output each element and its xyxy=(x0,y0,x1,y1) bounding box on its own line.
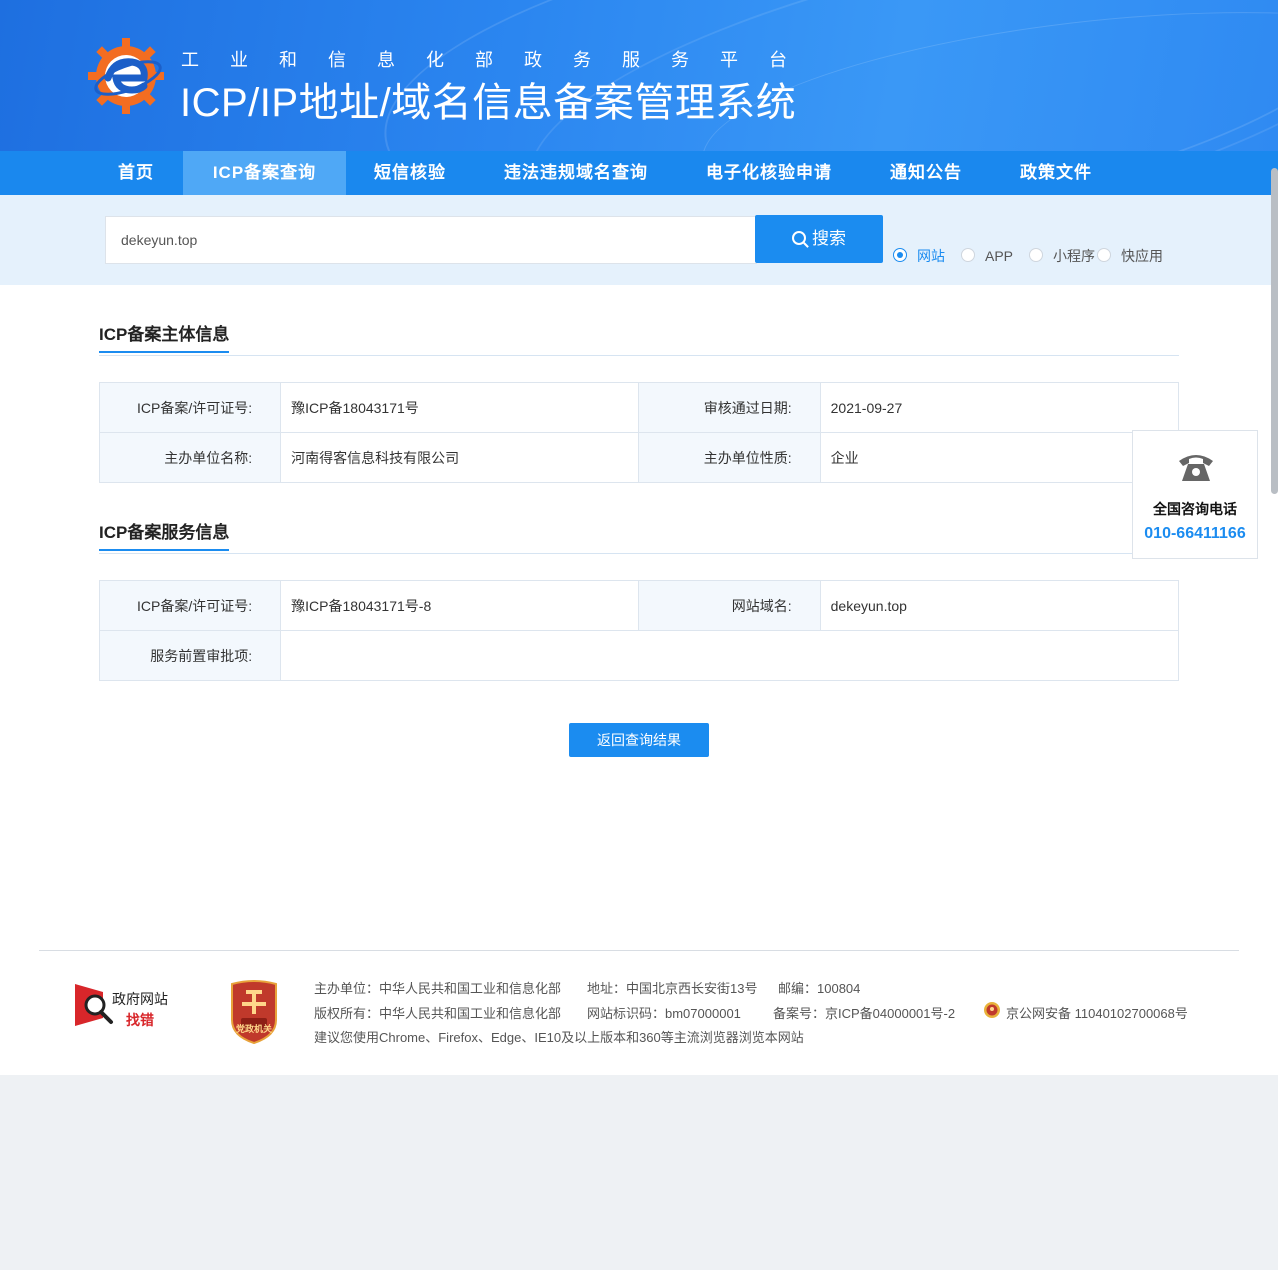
nav-item-notices[interactable]: 通知公告 xyxy=(860,151,992,195)
table-row: 主办单位名称: 河南得客信息科技有限公司 主办单位性质: 企业 xyxy=(98,432,1180,483)
field-value: 豫ICP备18043171号 xyxy=(280,382,640,433)
gov-error-report-logo[interactable]: 政府网站 找错 xyxy=(75,982,175,1030)
footer-browser-tip: 建议您使用Chrome、Firefox、Edge、IE10及以上版本和360等主… xyxy=(314,1030,804,1045)
service-info-title: ICP备案服务信息 xyxy=(99,518,230,551)
platform-subtitle: 工业和信息化部政务服务平台 xyxy=(181,50,818,70)
field-value: 企业 xyxy=(819,432,1180,483)
scrollbar[interactable] xyxy=(1271,168,1278,494)
phone-icon xyxy=(1179,455,1213,481)
field-value: 豫ICP备18043171号-8 xyxy=(280,580,640,631)
nav-item-e-verify[interactable]: 电子化核验申请 xyxy=(678,151,860,195)
radio-app[interactable]: APP xyxy=(961,247,1021,265)
footer-sponsor: 主办单位：中华人民共和国工业和信息化部 xyxy=(314,981,562,996)
consultation-box[interactable]: 全国咨询电话 010-66411166 xyxy=(1132,430,1258,559)
field-label: 主办单位名称: xyxy=(98,432,282,483)
field-value: 2021-09-27 xyxy=(819,382,1180,433)
footer-postcode: 邮编：100804 xyxy=(778,981,861,996)
nav-item-icp-query[interactable]: ICP备案查询 xyxy=(183,151,346,195)
page-title: ICP/IP地址/域名信息备案管理系统 xyxy=(180,81,797,125)
field-label: 审核通过日期: xyxy=(638,382,821,433)
radio-label: 小程序 xyxy=(1053,248,1095,264)
back-to-results-button[interactable]: 返回查询结果 xyxy=(569,723,709,757)
service-info-table: ICP备案/许可证号: 豫ICP备18043171号-8 网站域名: dekey… xyxy=(98,580,1180,681)
field-value: dekeyun.top xyxy=(819,580,1180,631)
radio-miniprogram[interactable]: 小程序 xyxy=(1029,247,1099,265)
radio-quickapp[interactable]: 快应用 xyxy=(1097,247,1167,265)
radio-label: APP xyxy=(985,248,1014,264)
field-label: 网站域名: xyxy=(638,580,821,631)
radio-dot xyxy=(893,248,907,262)
gov-logo-line1: 政府网站 xyxy=(112,991,168,1007)
table-row: ICP备案/许可证号: 豫ICP备18043171号-8 网站域名: dekey… xyxy=(98,580,1180,631)
radio-dot xyxy=(961,248,975,262)
search-input[interactable]: dekeyun.top xyxy=(105,216,757,264)
footer-site-code: 网站标识码：bm07000001 xyxy=(587,1006,741,1021)
nav-item-policies[interactable]: 政策文件 xyxy=(992,151,1120,195)
radio-label: 快应用 xyxy=(1121,248,1163,264)
search-icon xyxy=(792,231,806,245)
field-value: 河南得客信息科技有限公司 xyxy=(280,432,640,483)
radio-website[interactable]: 网站 xyxy=(893,247,953,265)
field-label: ICP备案/许可证号: xyxy=(98,382,282,433)
field-label: ICP备案/许可证号: xyxy=(98,580,282,631)
search-button-label: 搜索 xyxy=(812,229,846,248)
police-badge-icon xyxy=(984,1002,1000,1018)
subject-info-title: ICP备案主体信息 xyxy=(99,320,230,353)
footer-copyright: 版权所有：中华人民共和国工业和信息化部 xyxy=(314,1006,562,1021)
table-row: ICP备案/许可证号: 豫ICP备18043171号 审核通过日期: 2021-… xyxy=(98,382,1180,433)
subject-info-table: ICP备案/许可证号: 豫ICP备18043171号 审核通过日期: 2021-… xyxy=(98,382,1180,483)
footer-divider xyxy=(39,950,1239,951)
gov-logo-line2: 找错 xyxy=(126,1012,154,1028)
field-label: 服务前置审批项: xyxy=(98,630,282,681)
search-button[interactable]: 搜索 xyxy=(755,215,883,263)
main-nav: 首页 ICP备案查询 短信核验 违法违规域名查询 电子化核验申请 通知公告 政策… xyxy=(0,151,1278,195)
section-divider xyxy=(99,553,1179,554)
nav-item-home[interactable]: 首页 xyxy=(90,151,182,195)
party-logo-text: 党政机关 xyxy=(235,1024,272,1034)
consultation-label: 全国咨询电话 xyxy=(1153,501,1237,517)
miit-logo-icon[interactable] xyxy=(88,38,164,114)
field-value xyxy=(280,630,1179,681)
radio-label: 网站 xyxy=(917,248,945,264)
consultation-phone: 010-66411166 xyxy=(1144,525,1246,542)
nav-item-illegal-domain[interactable]: 违法违规域名查询 xyxy=(474,151,678,195)
section-divider xyxy=(99,355,1179,356)
radio-dot xyxy=(1097,248,1111,262)
header-banner: 工业和信息化部政务服务平台 ICP/IP地址/域名信息备案管理系统 xyxy=(0,0,1278,151)
footer-record-link[interactable]: 备案号：京ICP备04000001号-2 xyxy=(773,1003,955,1022)
table-row: 服务前置审批项: xyxy=(98,630,1179,681)
footer-police-link[interactable]: 京公网安备 11040102700068号 xyxy=(1006,1003,1188,1022)
radio-dot xyxy=(1029,248,1043,262)
field-label: 主办单位性质: xyxy=(638,432,821,483)
footer-address: 地址：中国北京西长安街13号 xyxy=(587,981,758,996)
nav-item-sms-verify[interactable]: 短信核验 xyxy=(346,151,474,195)
magnifier-icon xyxy=(75,984,113,1026)
party-gov-logo[interactable]: 党政机关 xyxy=(228,980,280,1045)
